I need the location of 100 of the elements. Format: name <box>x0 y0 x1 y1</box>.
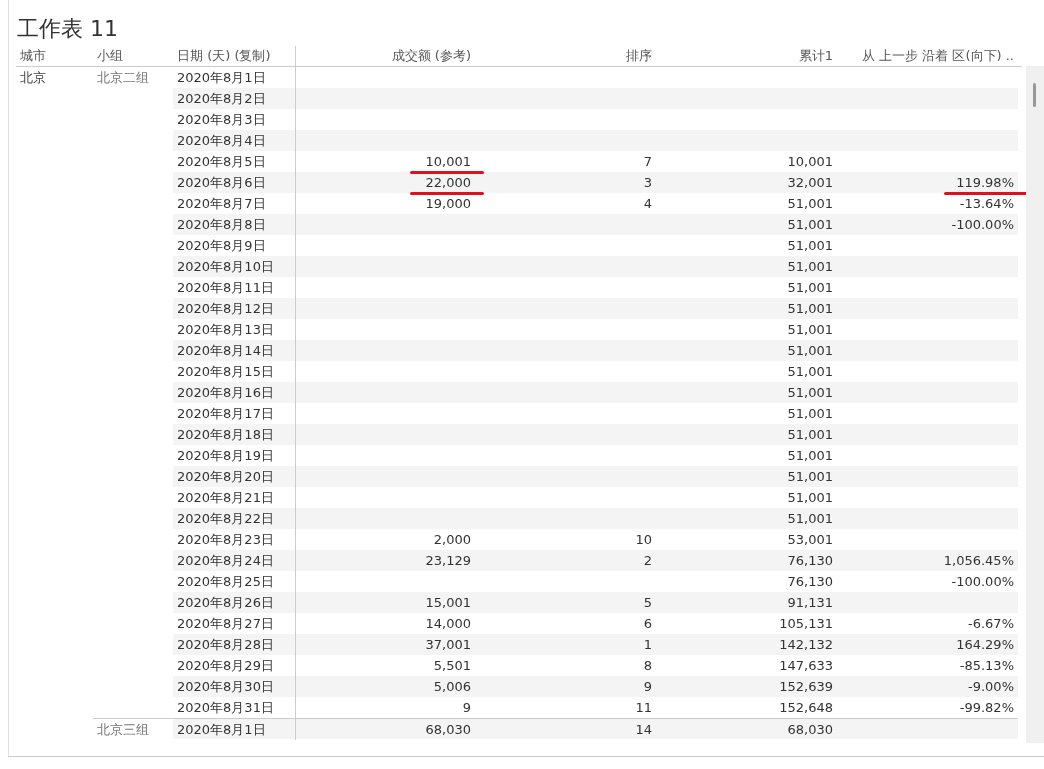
table-cell: 142,132 <box>779 637 833 652</box>
table-cell: -100.00% <box>951 574 1014 589</box>
date-cell-text: 2020年8月1日 <box>176 721 267 739</box>
table-cell: 51,001 <box>787 364 833 379</box>
column-header: 从 上一步 沿着 区(向下) .. <box>861 47 1015 65</box>
date-cell-text: 2020年8月6日 <box>176 174 267 192</box>
table-cell: 10 <box>635 532 652 547</box>
table-cell: 51,001 <box>787 301 833 316</box>
date-cell-text: 2020年8月26日 <box>176 594 275 612</box>
column-header: 成交额 (参考) <box>295 46 475 66</box>
table-cell: 152,648 <box>779 700 833 715</box>
scroll-thumb[interactable] <box>1033 83 1037 107</box>
date-cell-text: 2020年8月21日 <box>176 489 275 507</box>
table-cell: 1 <box>643 637 652 652</box>
date-cell-text: 2020年8月7日 <box>176 195 267 213</box>
table-cell: 68,030 <box>787 722 833 737</box>
table-cell: 51,001 <box>787 427 833 442</box>
date-cell-text: 2020年8月14日 <box>176 342 275 360</box>
table-cell: 51,001 <box>787 280 833 295</box>
date-cell-text: 2020年8月31日 <box>176 699 275 717</box>
table-cell: 51,001 <box>787 196 833 211</box>
table-cell: 51,001 <box>787 385 833 400</box>
table-cell: 51,001 <box>787 511 833 526</box>
date-cell-text: 2020年8月3日 <box>176 111 267 129</box>
column-header: 城市 <box>19 47 47 65</box>
column-header: 排序 <box>625 47 653 65</box>
date-cell-text: 2020年8月16日 <box>176 384 275 402</box>
table-cell: 119.98% <box>956 175 1014 190</box>
table-cell: -13.64% <box>959 196 1014 211</box>
date-cell-text: 2020年8月10日 <box>176 258 275 276</box>
table-cell: 8 <box>643 658 652 673</box>
table-cell: 68,030 <box>425 722 471 737</box>
table-cell: 76,130 <box>787 574 833 589</box>
table-cell: 2 <box>643 553 652 568</box>
table-cell: 9 <box>462 700 471 715</box>
worksheet-title: 工作表 11 <box>16 15 119 43</box>
date-cell-text: 2020年8月1日 <box>176 69 267 87</box>
table-cell: 147,633 <box>779 658 833 673</box>
table-cell: 105,131 <box>779 616 833 631</box>
date-cell-text: 2020年8月9日 <box>176 237 267 255</box>
column-header: 日期 (天) (复制) <box>176 47 272 65</box>
scrollbar[interactable] <box>1026 66 1044 743</box>
table-cell: 3 <box>643 175 652 190</box>
date-cell-text: 2020年8月25日 <box>176 573 275 591</box>
table-cell: 37,001 <box>425 637 471 652</box>
table-cell: -6.67% <box>968 616 1014 631</box>
table-cell: 53,001 <box>787 532 833 547</box>
table-cell: 6 <box>643 616 652 631</box>
table-cell: -9.00% <box>968 679 1014 694</box>
table-cell: 1,056.45% <box>943 553 1014 568</box>
date-cell-text: 2020年8月8日 <box>176 216 267 234</box>
table-cell: 22,000 <box>425 175 471 190</box>
table-cell: 51,001 <box>787 238 833 253</box>
table-cell: 11 <box>635 700 652 715</box>
table-cell: 51,001 <box>787 469 833 484</box>
table-cell: 19,000 <box>425 196 471 211</box>
table-cell: 5,501 <box>433 658 471 673</box>
date-cell-text: 2020年8月2日 <box>176 90 267 108</box>
date-cell-text: 2020年8月28日 <box>176 636 275 654</box>
date-cell-text: 2020年8月27日 <box>176 615 275 633</box>
table-cell: 10,001 <box>787 154 833 169</box>
date-cell-text: 2020年8月11日 <box>176 279 275 297</box>
table-cell: -85.13% <box>959 658 1014 673</box>
table-cell: 51,001 <box>787 217 833 232</box>
table-cell: 7 <box>643 154 652 169</box>
table-cell: 152,639 <box>779 679 833 694</box>
date-cell-text: 2020年8月12日 <box>176 300 275 318</box>
date-cell-text: 2020年8月13日 <box>176 321 275 339</box>
date-cell-text: 2020年8月5日 <box>176 153 267 171</box>
column-header: 累计1 <box>797 47 834 65</box>
date-cell-text: 2020年8月24日 <box>176 552 275 570</box>
city-label: 北京 <box>19 69 47 87</box>
table-cell: 51,001 <box>787 343 833 358</box>
date-cell-text: 2020年8月30日 <box>176 678 275 696</box>
table-cell: 51,001 <box>787 406 833 421</box>
table-cell: 4 <box>643 196 652 211</box>
date-cell-text: 2020年8月22日 <box>176 510 275 528</box>
table-cell: 5 <box>643 595 652 610</box>
table-cell: 5,006 <box>433 679 471 694</box>
date-cell-text: 2020年8月18日 <box>176 426 275 444</box>
column-header: 小组 <box>96 47 124 65</box>
table-cell: 10,001 <box>425 154 471 169</box>
table-cell: 51,001 <box>787 448 833 463</box>
date-cell-text: 2020年8月20日 <box>176 468 275 486</box>
table-cell: 51,001 <box>787 490 833 505</box>
date-cell-text: 2020年8月29日 <box>176 657 275 675</box>
table-cell: 51,001 <box>787 322 833 337</box>
table-cell: 91,131 <box>787 595 833 610</box>
table-cell: 51,001 <box>787 259 833 274</box>
table-cell: 76,130 <box>787 553 833 568</box>
table-cell: 15,001 <box>425 595 471 610</box>
date-cell-text: 2020年8月15日 <box>176 363 275 381</box>
table-cell: -99.82% <box>959 700 1014 715</box>
date-cell-text: 2020年8月19日 <box>176 447 275 465</box>
table-cell: 32,001 <box>787 175 833 190</box>
table-cell: -100.00% <box>951 217 1014 232</box>
table-cell: 14,000 <box>425 616 471 631</box>
table-cell: 23,129 <box>425 553 471 568</box>
table-cell: 14 <box>635 722 652 737</box>
date-cell-text: 2020年8月23日 <box>176 531 275 549</box>
